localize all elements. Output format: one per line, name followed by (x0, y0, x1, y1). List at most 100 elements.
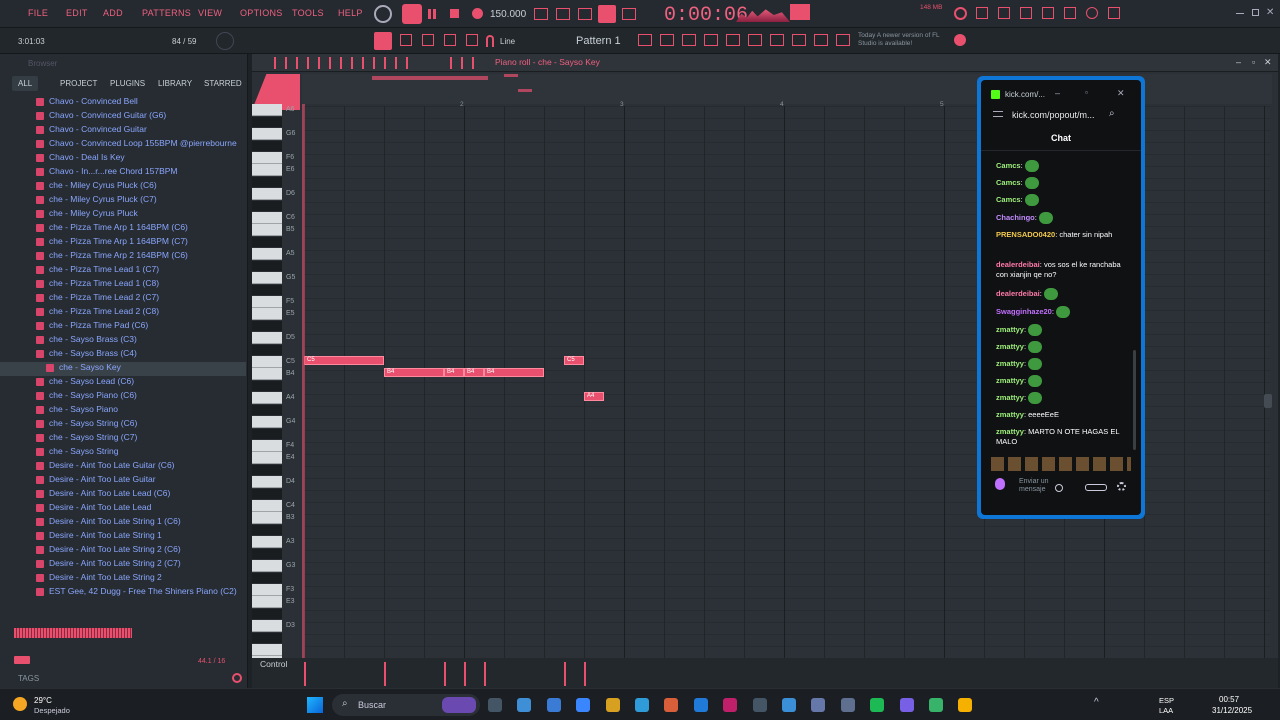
black-key[interactable] (252, 429, 282, 439)
search-icon[interactable] (232, 673, 242, 683)
black-key[interactable] (252, 261, 282, 271)
black-key[interactable] (252, 573, 282, 583)
white-key[interactable] (252, 596, 282, 608)
taskbar-app-icon[interactable] (811, 698, 826, 712)
browser-item[interactable]: che - Pizza Time Lead 2 (C8) (36, 306, 159, 320)
chat-username[interactable]: dealerdeibai (996, 289, 1040, 298)
taskbar-app-icon[interactable] (723, 698, 738, 712)
white-key[interactable] (252, 188, 282, 200)
black-key[interactable] (252, 201, 282, 211)
white-key[interactable] (252, 620, 282, 632)
chat-scrollbar[interactable] (1133, 350, 1136, 450)
white-key[interactable] (252, 356, 282, 368)
browser-item[interactable]: Desire - Aint Too Late String 2 (C6) (36, 544, 181, 558)
pattern-song-toggle[interactable] (402, 4, 422, 24)
browser-item[interactable]: che - Sayso Brass (C3) (36, 334, 137, 348)
taskbar-app-icon[interactable] (870, 698, 885, 712)
black-key[interactable] (252, 633, 282, 643)
browser-item[interactable]: che - Sayso String (36, 446, 118, 460)
mixer-icon[interactable] (704, 34, 718, 46)
black-key[interactable] (252, 177, 282, 187)
tab-plugins[interactable]: PLUGINS (104, 76, 151, 91)
note[interactable]: A4 (584, 392, 604, 401)
browser-item[interactable]: che - Pizza Time Arp 1 164BPM (C7) (36, 236, 188, 250)
browser-item[interactable]: Chavo - Convinced Bell (36, 96, 138, 110)
white-key[interactable] (252, 392, 282, 404)
black-key[interactable] (252, 237, 282, 247)
browser-item[interactable]: che - Pizza Time Lead 2 (C7) (36, 292, 159, 306)
velocity-stem[interactable] (484, 662, 486, 686)
velocity-stem[interactable] (384, 662, 386, 686)
tray-chevron-icon[interactable]: ^ (1094, 697, 1099, 708)
loop-record-icon[interactable] (598, 5, 616, 23)
pattern-select[interactable]: Pattern 1 (576, 35, 621, 47)
browser-item[interactable]: che - Sayso String (C7) (36, 432, 137, 446)
menu-patterns[interactable]: PATTERNS (142, 8, 191, 18)
white-key[interactable] (252, 476, 282, 488)
chat-maximize-icon[interactable]: ▫ (1085, 88, 1088, 97)
chat-username[interactable]: Camcs (996, 161, 1021, 170)
chat-username[interactable]: zmattyy (996, 325, 1024, 334)
menu-options[interactable]: OPTIONS (240, 8, 283, 18)
browser-item[interactable]: che - Miley Cyrus Pluck (C6) (36, 180, 157, 194)
record-icon[interactable] (472, 8, 483, 19)
chat-username[interactable]: dealerdeibai (996, 260, 1040, 269)
pr-maximize-icon[interactable]: ▫ (1252, 57, 1255, 67)
site-info-icon[interactable] (993, 111, 1003, 117)
browser-item[interactable]: che - Sayso String (C6) (36, 418, 137, 432)
browser-item[interactable]: Desire - Aint Too Late Guitar (36, 474, 156, 488)
pianoroll-icon[interactable] (660, 34, 674, 46)
browser-item[interactable]: che - Sayso Brass (C4) (36, 348, 137, 362)
taskbar-app-icon[interactable] (782, 698, 796, 712)
white-key[interactable] (252, 368, 282, 380)
browser-item[interactable]: che - Sayso Piano (C6) (36, 390, 137, 404)
black-key[interactable] (252, 345, 282, 355)
countdown-icon[interactable] (578, 8, 592, 20)
black-key[interactable] (252, 381, 282, 391)
blend-icon[interactable] (622, 8, 636, 20)
pr-minimize-icon[interactable]: – (1236, 57, 1241, 67)
taskbar-app-icon[interactable] (517, 698, 532, 712)
browser-item[interactable]: Chavo - Deal Is Key (36, 152, 125, 166)
black-key[interactable] (252, 549, 282, 559)
url-bar[interactable]: kick.com/popout/m... (1012, 110, 1095, 120)
snap-icon[interactable] (374, 32, 392, 50)
menu-help[interactable]: HELP (338, 8, 363, 18)
menu-view[interactable]: VIEW (198, 8, 222, 18)
white-key[interactable] (252, 536, 282, 548)
zoom-icon[interactable]: ⌕ (1109, 108, 1115, 119)
minimize-icon[interactable] (1236, 13, 1244, 14)
weather-temp[interactable]: 29°C (34, 696, 52, 705)
master-volume-knob[interactable] (216, 32, 234, 50)
browser-item[interactable]: Chavo - Convinced Guitar (G6) (36, 110, 166, 124)
white-key[interactable] (252, 308, 282, 320)
preview-play-icon[interactable] (14, 656, 30, 664)
note[interactable]: B4 (464, 368, 484, 377)
chat-username[interactable]: zmattyy (996, 359, 1024, 368)
velocity-stem[interactable] (584, 662, 586, 686)
tab-all[interactable]: ALL (12, 76, 39, 91)
taskbar-app-icon[interactable] (693, 698, 708, 712)
windows-start-icon[interactable] (307, 697, 323, 713)
language-indicator-2[interactable]: LAA (1159, 706, 1173, 715)
white-key[interactable] (252, 644, 282, 656)
taskbar-app-icon[interactable] (752, 698, 767, 712)
tool2-icon[interactable] (998, 7, 1010, 19)
velocity-stem[interactable] (444, 662, 446, 686)
browser-item[interactable]: Desire - Aint Too Late String 1 (36, 530, 162, 544)
online-icon[interactable] (954, 34, 966, 46)
control-lane[interactable]: Control (252, 658, 1278, 688)
taskbar-app-icon[interactable] (605, 698, 620, 712)
clock-date[interactable]: 31/12/2025 (1212, 706, 1252, 715)
browser-item[interactable]: che - Pizza Time Arp 2 164BPM (C6) (36, 250, 188, 264)
tempo-display[interactable]: 150.000 (490, 9, 526, 20)
news-text[interactable]: Today A newer version of FL Studio is av… (858, 32, 948, 48)
browser-item[interactable]: che - Sayso Key (0, 362, 246, 376)
note[interactable]: B4 (444, 368, 464, 377)
white-key[interactable] (252, 164, 282, 176)
taskbar-app-icon[interactable] (488, 698, 502, 712)
browser-item[interactable]: Chavo - In...r...ree Chord 157BPM (36, 166, 178, 180)
white-key[interactable] (252, 272, 282, 284)
chat-bubble-icon[interactable] (1086, 7, 1098, 19)
touch-icon[interactable] (792, 34, 806, 46)
